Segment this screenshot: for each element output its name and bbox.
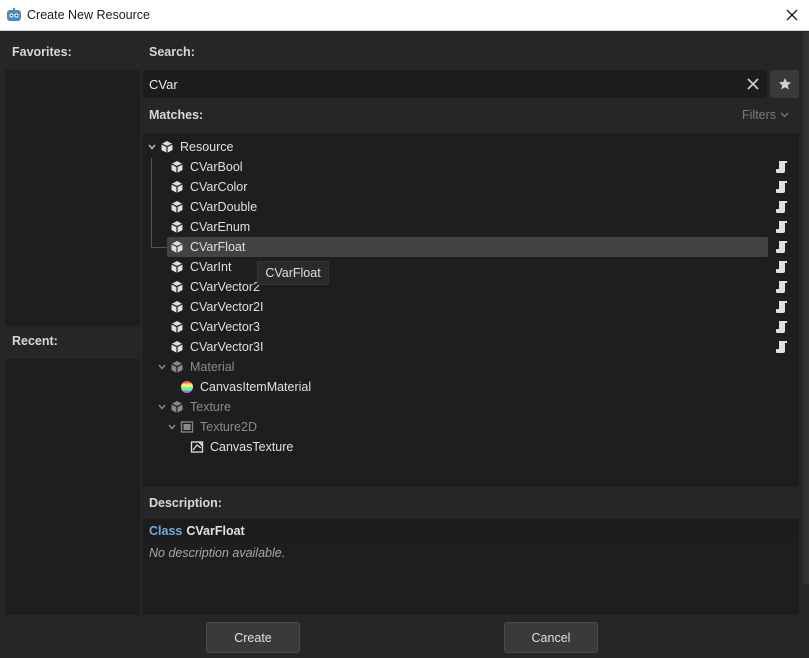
- cube-icon: [171, 241, 183, 253]
- tree-item-cvarvector3i[interactable]: CVarVector3I: [170, 337, 263, 357]
- title-bar: Create New Resource: [0, 0, 809, 31]
- favorites-list[interactable]: [5, 70, 140, 326]
- tree-item-canvasitemmaterial[interactable]: CanvasItemMaterial: [180, 377, 311, 397]
- cube-icon: [171, 201, 183, 213]
- cancel-button[interactable]: Cancel: [504, 622, 598, 653]
- tree-item-label: CVarVector2: [190, 280, 260, 294]
- star-icon: [778, 78, 791, 90]
- filters-dropdown[interactable]: Filters: [742, 108, 789, 122]
- description-body: No description available.: [143, 542, 799, 615]
- cube-icon: [171, 301, 183, 313]
- tree-guide-line: [151, 158, 152, 247]
- tree-item-label: CVarVector3: [190, 320, 260, 334]
- description-class-header: Class CVarFloat: [143, 519, 799, 542]
- tree-item-label: Texture2D: [200, 420, 257, 434]
- texture2d-icon: [180, 421, 194, 433]
- tree-item-cvarvector3[interactable]: CVarVector3: [170, 317, 260, 337]
- tree-item-label: Texture: [190, 400, 231, 414]
- cube-icon: [171, 161, 183, 173]
- script-icon: [776, 261, 787, 273]
- collapse-arrow-icon[interactable]: [167, 422, 177, 432]
- script-icon: [776, 181, 787, 193]
- script-icon: [776, 161, 787, 173]
- tree-item-canvastexture[interactable]: CanvasTexture: [190, 437, 293, 457]
- tree-item-label: CanvasItemMaterial: [200, 380, 312, 394]
- selection-highlight: [167, 237, 768, 257]
- tree-guide-line: [151, 247, 167, 248]
- tree-item-texture2d[interactable]: Texture2D: [180, 417, 257, 437]
- close-icon: [786, 9, 798, 21]
- search-input[interactable]: [149, 75, 729, 93]
- cube-icon: [171, 181, 183, 193]
- collapse-arrow-icon[interactable]: [157, 402, 167, 412]
- filters-label: Filters: [742, 108, 777, 122]
- search-label: Search:: [149, 45, 195, 59]
- tree-item-cvarcolor[interactable]: CVarColor: [170, 177, 247, 197]
- collapse-arrow-icon[interactable]: [157, 362, 167, 372]
- script-icon: [776, 281, 787, 293]
- tree-item-label: CVarVector3I: [190, 340, 264, 354]
- tree-item-label: CVarVector2I: [190, 300, 264, 314]
- script-icon: [776, 221, 787, 233]
- clear-icon[interactable]: [745, 76, 761, 92]
- tree-item-label: CVarDouble: [190, 200, 258, 214]
- search-field[interactable]: [143, 70, 767, 98]
- tree-item-cvardouble[interactable]: CVarDouble: [170, 197, 257, 217]
- tree-item-label: Resource: [180, 140, 234, 154]
- cube-icon: [161, 141, 173, 153]
- favorites-label: Favorites:: [12, 45, 72, 59]
- description-label: Description:: [149, 496, 222, 510]
- tree-item-resource[interactable]: Resource: [160, 137, 234, 157]
- tree-item-texture[interactable]: Texture: [170, 397, 231, 417]
- class-keyword: Class: [149, 523, 183, 538]
- class-name: CVarFloat: [186, 523, 245, 538]
- cube-icon: [171, 261, 183, 273]
- tree-item-cvarvector2i[interactable]: CVarVector2I: [170, 297, 263, 317]
- godot-icon: [7, 8, 21, 21]
- script-icon: [776, 301, 787, 313]
- tree-item-label: CanvasTexture: [210, 440, 294, 454]
- tree-item-material[interactable]: Material: [170, 357, 234, 377]
- script-icon: [776, 321, 787, 333]
- collapse-arrow-icon[interactable]: [147, 142, 157, 152]
- material-icon: [181, 381, 193, 393]
- cube-icon: [171, 281, 183, 293]
- tree-item-label: CVarInt: [190, 260, 232, 274]
- tree-item-label: Material: [190, 360, 235, 374]
- chevron-down-icon: [780, 112, 789, 118]
- create-button[interactable]: Create: [206, 622, 300, 653]
- close-button[interactable]: [775, 0, 809, 30]
- script-icon: [776, 241, 787, 253]
- matches-label: Matches:: [149, 108, 204, 122]
- tree-item-cvarvector2[interactable]: CVarVector2: [170, 277, 260, 297]
- tree-item-cvarint[interactable]: CVarInt: [170, 257, 231, 277]
- recent-list[interactable]: [5, 359, 140, 615]
- window-scrollbar[interactable]: [803, 32, 809, 584]
- tree-item-cvarfloat[interactable]: CVarFloat: [170, 237, 245, 257]
- script-icon: [776, 341, 787, 353]
- tree-item-cvarenum[interactable]: CVarEnum: [170, 217, 250, 237]
- cube-icon: [171, 401, 183, 413]
- script-icon: [776, 201, 787, 213]
- canvas-texture-icon: [190, 441, 204, 453]
- window-title: Create New Resource: [27, 8, 150, 22]
- cube-icon: [171, 341, 183, 353]
- tooltip: CVarFloat: [257, 261, 329, 285]
- cube-icon: [171, 221, 183, 233]
- tree-item-cvarbool[interactable]: CVarBool: [170, 157, 243, 177]
- favorite-button[interactable]: [770, 70, 799, 98]
- tree-item-label: CVarFloat: [190, 240, 246, 254]
- tree-item-label: CVarColor: [190, 180, 248, 194]
- tree-item-label: CVarBool: [190, 160, 243, 174]
- cube-icon: [171, 361, 183, 373]
- recent-label: Recent:: [12, 334, 58, 348]
- tree-item-label: CVarEnum: [190, 220, 251, 234]
- cube-icon: [171, 321, 183, 333]
